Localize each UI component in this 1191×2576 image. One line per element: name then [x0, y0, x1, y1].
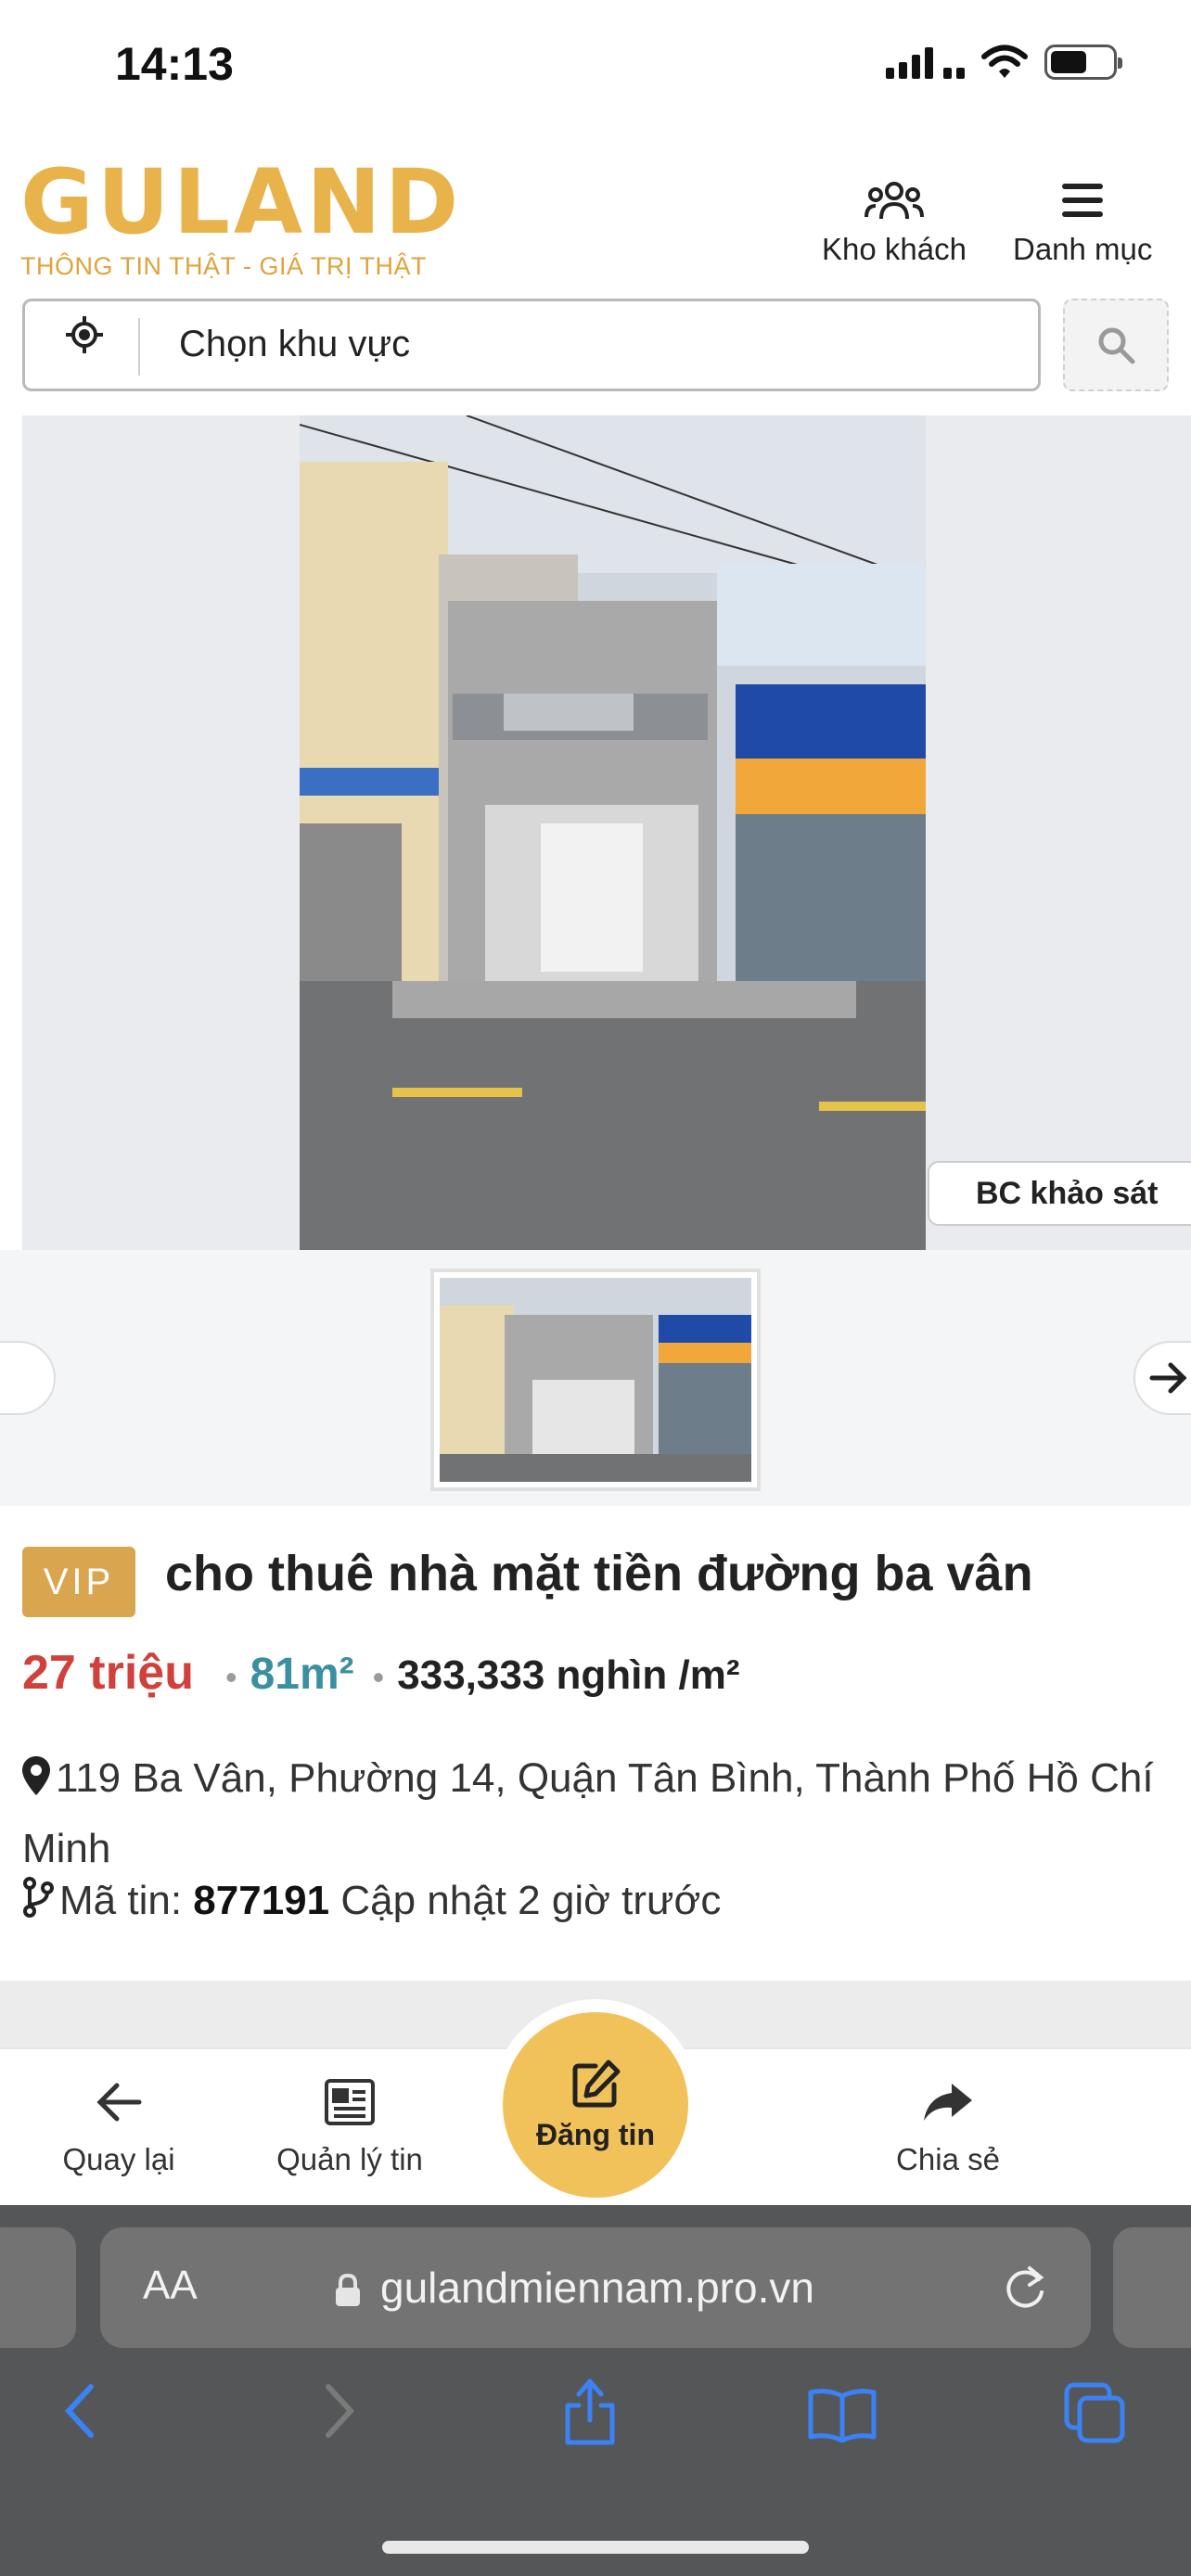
back-button[interactable]: Quay lại [54, 2072, 184, 2177]
thumbnail-strip [0, 1250, 1191, 1506]
battery-icon [1044, 45, 1122, 80]
edit-icon [572, 2060, 621, 2107]
url-text: gulandmiennam.pro.vn [380, 2264, 814, 2312]
search-icon [1098, 327, 1135, 364]
post-listing-button[interactable]: Đăng tin [503, 2012, 688, 2198]
guland-logo[interactable]: GULAND THÔNG TIN THẬT - GIÁ TRỊ THẬT [20, 158, 462, 281]
menu-button[interactable]: Danh mục [1013, 174, 1152, 267]
location-target-icon[interactable] [62, 314, 107, 363]
map-pin-icon [22, 1749, 50, 1816]
tabs-icon[interactable] [1063, 2381, 1128, 2446]
code-branch-icon [22, 1877, 54, 1928]
manage-label: Quản lý tin [276, 2142, 423, 2176]
price-per-m2: 333,333 nghìn /m² [397, 1652, 740, 1698]
listing-photo[interactable] [300, 415, 926, 1250]
home-indicator [382, 2541, 809, 2554]
next-tab-peek[interactable] [1113, 2227, 1191, 2348]
share-arrow-icon [883, 2072, 1013, 2133]
hamburger-icon [1013, 174, 1152, 226]
bookmarks-icon[interactable] [807, 2387, 877, 2442]
address-bar[interactable]: AA gulandmiennam.pro.vn [100, 2227, 1091, 2348]
price-row: 27 triệu • 81m² • 333,333 nghìn /m² [22, 1645, 740, 1701]
code-label: Mã tin: [59, 1878, 183, 1923]
browser-back-icon[interactable] [61, 2381, 98, 2441]
wifi-icon [981, 45, 1028, 78]
separator-dot: • [224, 1658, 237, 1696]
thumbnail-image [440, 1278, 751, 1482]
share-icon[interactable] [560, 2376, 620, 2446]
share-button[interactable]: Chia sẻ [883, 2072, 1013, 2177]
listing-address: 119 Ba Vân, Phường 14, Quận Tân Bình, Th… [22, 1745, 1163, 1882]
manage-listings-button[interactable]: Quản lý tin [263, 2072, 436, 2177]
users-icon [822, 174, 967, 226]
code-value: 877191 [193, 1878, 330, 1923]
separator-dot: • [372, 1658, 385, 1696]
arrow-left-icon [54, 2072, 184, 2133]
updated-text: Cập nhật 2 giờ trước [340, 1878, 722, 1923]
address-text: 119 Ba Vân, Phường 14, Quận Tân Bình, Th… [22, 1755, 1154, 1871]
menu-label: Danh mục [1013, 232, 1153, 266]
browser-forward-icon[interactable] [321, 2381, 358, 2441]
arrow-right-icon [1149, 1362, 1187, 1394]
customers-label: Kho khách [822, 232, 967, 266]
area-placeholder: Chọn khu vực [179, 324, 411, 364]
area-selector[interactable]: Chọn khu vực [22, 299, 1041, 391]
newspaper-icon [263, 2072, 436, 2133]
back-label: Quay lại [62, 2142, 175, 2176]
share-label: Chia sẻ [896, 2142, 1000, 2176]
customers-button[interactable]: Kho khách [822, 174, 967, 267]
search-button[interactable] [1063, 299, 1169, 391]
reload-icon[interactable] [1002, 2263, 1048, 2313]
browser-toolbar: AA gulandmiennam.pro.vn [0, 2205, 1191, 2576]
previous-tab-peek[interactable] [0, 2227, 76, 2348]
previous-photo-button[interactable] [0, 1341, 56, 1415]
photo-gallery[interactable] [22, 415, 1191, 1250]
listing-code-row: Mã tin: 877191 Cập nhật 2 giờ trước [22, 1877, 721, 1928]
status-bar: 14:13 [0, 0, 1191, 139]
survey-report-button[interactable]: BC khảo sát [928, 1161, 1191, 1226]
reader-settings-button[interactable]: AA [143, 2263, 198, 2309]
next-photo-button[interactable] [1133, 1341, 1191, 1415]
vip-badge: VIP [22, 1547, 135, 1617]
logo-tagline: THÔNG TIN THẬT - GIÁ TRỊ THẬT [20, 252, 428, 280]
listing-price: 27 triệu [22, 1646, 194, 1700]
listing-info: VIP cho thuê nhà mặt tiền đường ba vân 2… [0, 1506, 1191, 1981]
divider [138, 318, 140, 376]
status-time: 14:13 [115, 38, 234, 90]
cellular-signal-icon [886, 45, 965, 79]
thumbnail[interactable] [430, 1269, 761, 1491]
site-header: GULAND THÔNG TIN THẬT - GIÁ TRỊ THẬT Kho… [0, 148, 1191, 281]
listing-title: cho thuê nhà mặt tiền đường ba vân [165, 1546, 1033, 1601]
logo-wordmark: GULAND [20, 150, 463, 254]
lock-icon [336, 2274, 360, 2306]
post-label: Đăng tin [536, 2117, 655, 2151]
status-icons [886, 45, 1122, 80]
listing-area: 81m² [250, 1650, 354, 1699]
